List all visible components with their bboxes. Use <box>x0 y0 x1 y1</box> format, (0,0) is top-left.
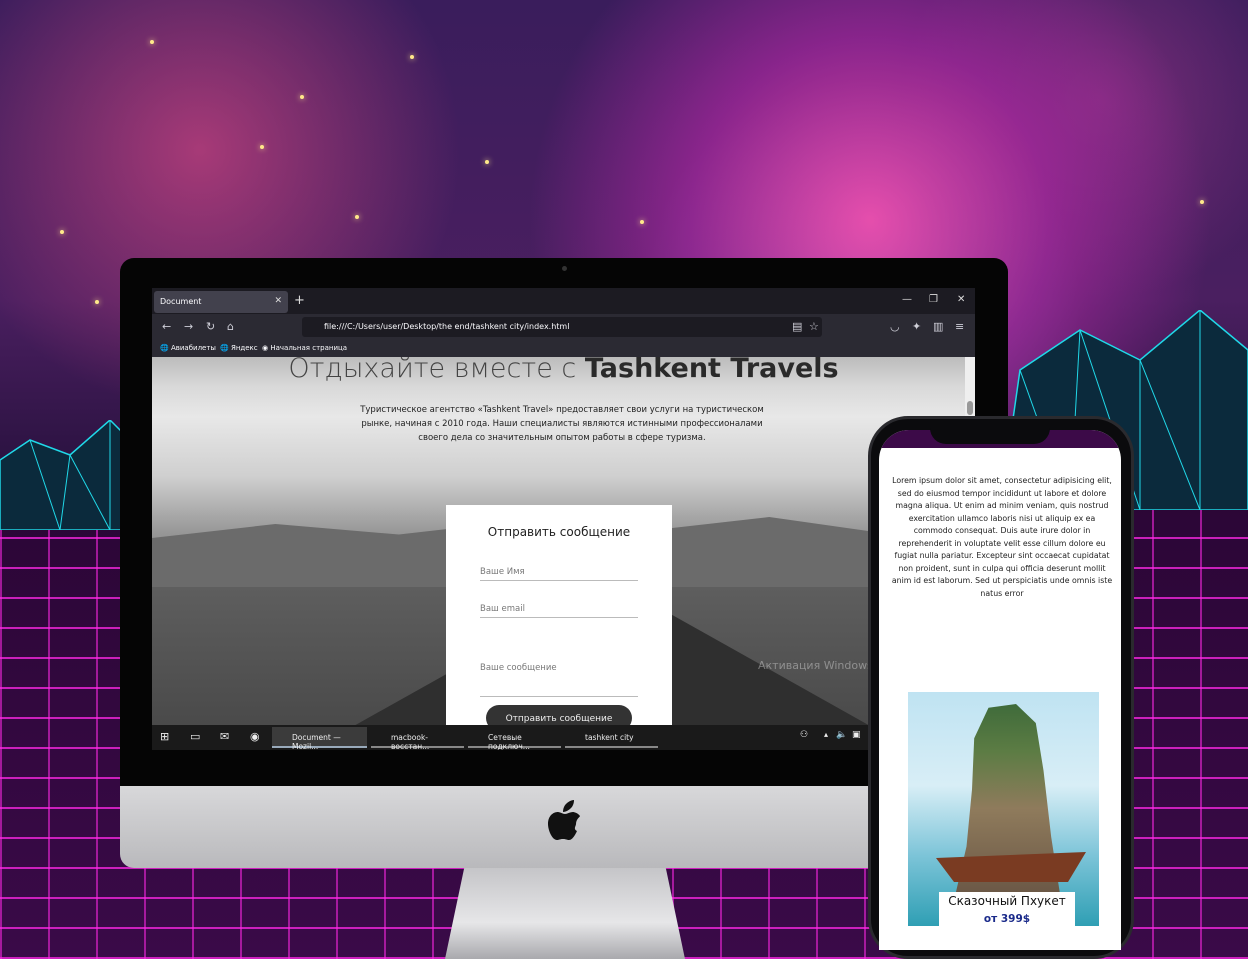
phone-notch <box>930 420 1050 444</box>
reader-view-icon[interactable]: ▤ <box>792 320 802 333</box>
reload-icon[interactable]: ↻ <box>206 320 215 333</box>
browser-nav-bar: ← → ↻ ⌂ file:///C:/Users/user/Desktop/th… <box>152 314 975 340</box>
url-bar[interactable]: file:///C:/Users/user/Desktop/the end/ta… <box>302 317 822 337</box>
form-title: Отправить сообщение <box>487 525 631 539</box>
bookmarks-bar: 🌐 Авиабилеты 🌐 Яндекс ◉ Начальная страни… <box>152 340 975 357</box>
apple-logo-icon <box>548 800 580 840</box>
taskbar-app[interactable]: Сетевые подключ... <box>468 727 561 750</box>
people-icon[interactable]: ⚇ <box>800 730 808 740</box>
hero-title: Отдыхайте вместе с Tashkent Travels <box>288 357 839 384</box>
network-icon[interactable]: ▣ <box>852 730 861 740</box>
tour-card-image[interactable] <box>908 692 1099 926</box>
email-input[interactable]: Ваш email <box>480 604 638 618</box>
longtail-boat <box>936 852 1086 882</box>
maximize-icon[interactable]: ❐ <box>929 294 938 305</box>
library-icon[interactable]: ▥ <box>933 320 943 333</box>
pocket-icon[interactable]: ◡ <box>890 320 900 333</box>
taskbar-app[interactable]: macbook-восстан... <box>371 727 464 750</box>
phone-lorem-text: Lorem ipsum dolor sit amet, consectetur … <box>891 476 1113 598</box>
task-view-icon[interactable]: ▭ <box>190 730 200 743</box>
volume-icon[interactable]: 🔈 <box>836 730 847 740</box>
taskbar-app[interactable]: Document — Mozil... <box>272 727 367 750</box>
web-page: Отдыхайте вместе с Tashkent Travels Тури… <box>152 357 975 725</box>
mail-icon[interactable]: ✉ <box>220 730 229 743</box>
tray-chevron-icon[interactable]: ▴ <box>824 730 828 739</box>
new-tab-button[interactable]: + <box>294 293 305 308</box>
hero-description: Туристическое агентство «Tashkent Travel… <box>360 405 764 443</box>
windows-taskbar: ⊞ ▭ ✉ ◉ Document — Mozil... macbook-восс… <box>152 725 975 750</box>
tab-title: Document <box>160 297 202 306</box>
bookmark-item[interactable]: ◉ Начальная страница <box>262 344 347 352</box>
close-window-icon[interactable]: ✕ <box>957 294 965 305</box>
name-input[interactable]: Ваше Имя <box>480 567 638 581</box>
bookmark-star-icon[interactable]: ☆ <box>809 320 819 333</box>
windows-activation-watermark: Активация Windows <box>758 659 873 672</box>
phone-screen: Lorem ipsum dolor sit amet, consectetur … <box>879 430 1121 950</box>
extension-icon[interactable]: ✦ <box>912 320 921 333</box>
desktop-screen: Document ✕ + — ❐ ✕ ← → ↻ ⌂ file:///C:/Us… <box>152 288 975 750</box>
url-text: file:///C:/Users/user/Desktop/the end/ta… <box>324 322 570 331</box>
browser-tab-bar: Document ✕ + — ❐ ✕ <box>152 288 975 314</box>
tour-card-price: от 399$ <box>983 913 1031 925</box>
windows-start-icon[interactable]: ⊞ <box>160 730 169 743</box>
close-tab-icon[interactable]: ✕ <box>274 296 282 306</box>
imac-stand <box>445 868 685 959</box>
app-icon[interactable]: ◉ <box>250 730 260 743</box>
imac-camera <box>562 266 567 271</box>
tour-card-title: Сказочный Пхукет <box>948 894 1066 908</box>
taskbar-app[interactable]: tashkent city <box>565 727 658 748</box>
tour-card-label[interactable]: Сказочный Пхукет от 399$ <box>939 892 1075 936</box>
forward-icon[interactable]: → <box>184 320 193 333</box>
bookmark-item[interactable]: 🌐 Яндекс <box>220 344 258 352</box>
minimize-icon[interactable]: — <box>902 294 912 305</box>
submit-button[interactable]: Отправить сообщение <box>486 705 632 725</box>
scrollbar-thumb[interactable] <box>967 401 973 415</box>
back-icon[interactable]: ← <box>162 320 171 333</box>
browser-tab[interactable]: Document ✕ <box>154 291 288 313</box>
message-input[interactable]: Ваше сообщение <box>480 663 638 697</box>
menu-icon[interactable]: ≡ <box>955 320 964 333</box>
bookmark-item[interactable]: 🌐 Авиабилеты <box>160 344 216 352</box>
home-icon[interactable]: ⌂ <box>227 320 234 333</box>
contact-form: Отправить сообщение Ваше Имя Ваш email В… <box>446 505 672 725</box>
